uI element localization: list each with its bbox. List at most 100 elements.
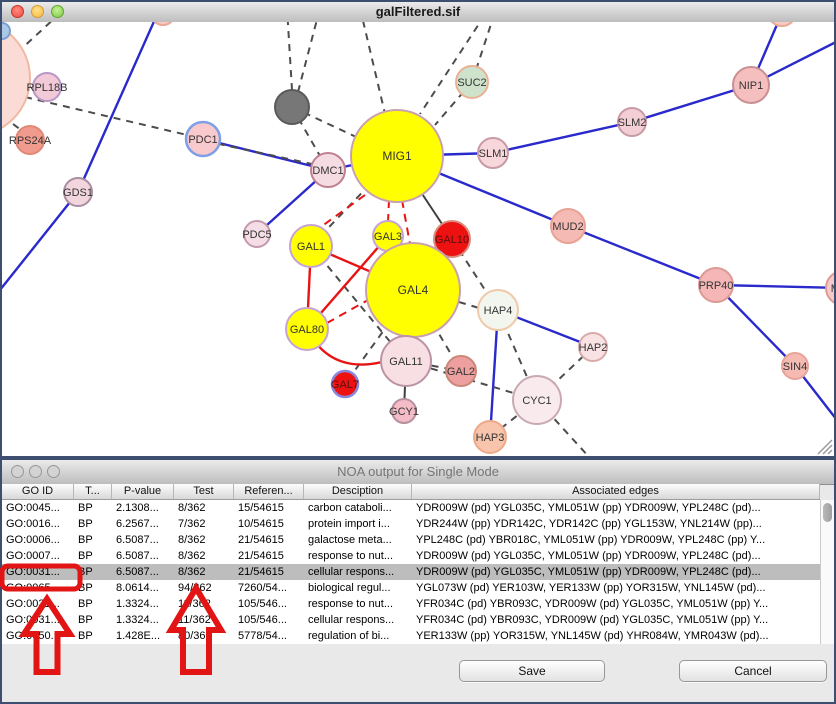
- window-title: galFiltered.sif: [376, 4, 461, 19]
- resize-grip[interactable]: [828, 450, 832, 454]
- network-edge[interactable]: [459, 302, 479, 308]
- network-edge[interactable]: [18, 22, 70, 52]
- node-label: SLM1: [479, 148, 508, 160]
- resize-grip[interactable]: [823, 445, 832, 454]
- table-row[interactable]: GO:0031...BP1.3324...11/362105/546...res…: [2, 596, 820, 612]
- table-row[interactable]: GO:0031...BP6.5087...8/36221/54615cellul…: [2, 564, 820, 580]
- node-label: GAL3: [374, 231, 402, 243]
- close-button[interactable]: [11, 465, 24, 478]
- network-titlebar[interactable]: galFiltered.sif: [2, 2, 834, 23]
- cell-description: cellular respons...: [304, 612, 412, 628]
- table-row[interactable]: GO:0045...BP2.1308...8/36215/54615carbon…: [2, 500, 820, 516]
- node-label: HAP4: [484, 305, 513, 317]
- table-row[interactable]: GO:0016...BP6.2567...7/36210/54615protei…: [2, 516, 820, 532]
- cell-type: BP: [74, 612, 112, 628]
- network-node[interactable]: [2, 22, 30, 136]
- cell-test: 94/362: [174, 580, 234, 596]
- cell-type: BP: [74, 564, 112, 580]
- minimize-button[interactable]: [29, 465, 42, 478]
- network-edge[interactable]: [78, 22, 160, 192]
- cell-pvalue: 1.3324...: [112, 596, 174, 612]
- node-label: GAL11: [389, 356, 422, 368]
- column-header-pvalue[interactable]: P-value: [112, 484, 174, 499]
- node-label: SLM2: [618, 117, 647, 129]
- zoom-button[interactable]: [51, 5, 64, 18]
- cell-description: biological regul...: [304, 580, 412, 596]
- cell-pvalue: 6.5087...: [112, 548, 174, 564]
- node-label: GAL7: [331, 379, 359, 391]
- cancel-button[interactable]: Cancel: [679, 660, 827, 682]
- cell-edges: YFR034C (pd) YBR093C, YDR009W (pd) YGL03…: [412, 612, 820, 628]
- cell-reference: 21/54615: [234, 548, 304, 564]
- cell-test: 8/362: [174, 564, 234, 580]
- node-label: RPS24A: [9, 135, 52, 147]
- network-edge[interactable]: [327, 300, 368, 323]
- scrollbar-thumb[interactable]: [823, 503, 832, 522]
- cell-reference: 105/546...: [234, 596, 304, 612]
- table-row[interactable]: GO:0050...BP1.428E...80/3625778/54...reg…: [2, 628, 820, 644]
- network-edge[interactable]: [2, 192, 78, 290]
- results-table: GO:0045...BP2.1308...8/36215/54615carbon…: [2, 500, 820, 644]
- node-label: GCY1: [389, 406, 419, 418]
- network-edge[interactable]: [318, 195, 365, 229]
- network-edge[interactable]: [568, 226, 716, 285]
- network-canvas[interactable]: RPL18BRPS24AGDS1PDC1MIG1SUC2SLM1SLM2NIP1…: [2, 22, 834, 456]
- cell-goid: GO:0006...: [2, 532, 74, 548]
- node-label: DMC1: [312, 165, 343, 177]
- cell-description: response to nut...: [304, 596, 412, 612]
- cell-edges: YDR009W (pd) YGL035C, YML051W (pp) YDR00…: [412, 564, 820, 580]
- cell-pvalue: 6.5087...: [112, 532, 174, 548]
- vertical-scrollbar[interactable]: [820, 500, 834, 644]
- node-label: PDC5: [242, 229, 271, 241]
- column-header-reference[interactable]: Referen...: [234, 484, 304, 499]
- network-edge[interactable]: [287, 22, 292, 90]
- cell-type: BP: [74, 532, 112, 548]
- node-label: GAL2: [447, 366, 475, 378]
- column-header-goid[interactable]: GO ID: [2, 484, 74, 499]
- noa-titlebar[interactable]: NOA output for Single Mode: [2, 460, 834, 485]
- network-edge[interactable]: [298, 22, 320, 92]
- save-button[interactable]: Save: [459, 660, 605, 682]
- cell-description: protein import i...: [304, 516, 412, 532]
- cell-type: BP: [74, 580, 112, 596]
- cell-edges: YDR244W (pp) YDR142C, YDR142C (pp) YGL15…: [412, 516, 820, 532]
- node-label: GDS1: [63, 187, 93, 199]
- cell-type: BP: [74, 596, 112, 612]
- node-label: HAP2: [579, 342, 608, 354]
- minimize-button[interactable]: [31, 5, 44, 18]
- cell-reference: 105/546...: [234, 612, 304, 628]
- column-header-description[interactable]: Desciption: [304, 484, 412, 499]
- node-label: SUC2: [457, 77, 486, 89]
- cell-goid: GO:0031...: [2, 564, 74, 580]
- network-node[interactable]: [275, 90, 309, 124]
- node-label: GAL80: [290, 324, 324, 336]
- cell-description: cellular respons...: [304, 564, 412, 580]
- table-row[interactable]: GO:0031...BP1.3324...11/362105/546...cel…: [2, 612, 820, 628]
- cell-test: 80/362: [174, 628, 234, 644]
- network-edge[interactable]: [360, 22, 386, 118]
- zoom-button[interactable]: [47, 465, 60, 478]
- network-node[interactable]: [151, 22, 175, 25]
- node-label: CYC1: [522, 395, 551, 407]
- table-row[interactable]: GO:0006...BP6.5087...8/36221/54615galact…: [2, 532, 820, 548]
- window-title: NOA output for Single Mode: [337, 464, 499, 479]
- column-header-type[interactable]: T...: [74, 484, 112, 499]
- node-label: MSN: [831, 283, 834, 295]
- network-window: galFiltered.sif RPL18BRPS24AGDS1PDC1MIG1…: [0, 0, 836, 458]
- network-node[interactable]: [768, 22, 796, 26]
- table-row[interactable]: GO:0007...BP6.5087...8/36221/54615respon…: [2, 548, 820, 564]
- cell-goid: GO:0031...: [2, 596, 74, 612]
- network-edge[interactable]: [388, 200, 389, 222]
- network-node[interactable]: [2, 23, 10, 39]
- node-label: MIG1: [382, 149, 412, 163]
- column-header-test[interactable]: Test: [174, 484, 234, 499]
- network-edge[interactable]: [493, 122, 632, 153]
- table-row[interactable]: GO:0065...BP8.0614...94/3627260/54...bio…: [2, 580, 820, 596]
- cell-pvalue: 8.0614...: [112, 580, 174, 596]
- cell-test: 7/362: [174, 516, 234, 532]
- cell-test: 8/362: [174, 500, 234, 516]
- cell-goid: GO:0031...: [2, 612, 74, 628]
- column-header-edges[interactable]: Associated edges: [412, 484, 820, 499]
- close-button[interactable]: [11, 5, 24, 18]
- noa-output-window: NOA output for Single Mode GO IDT...P-va…: [0, 458, 836, 704]
